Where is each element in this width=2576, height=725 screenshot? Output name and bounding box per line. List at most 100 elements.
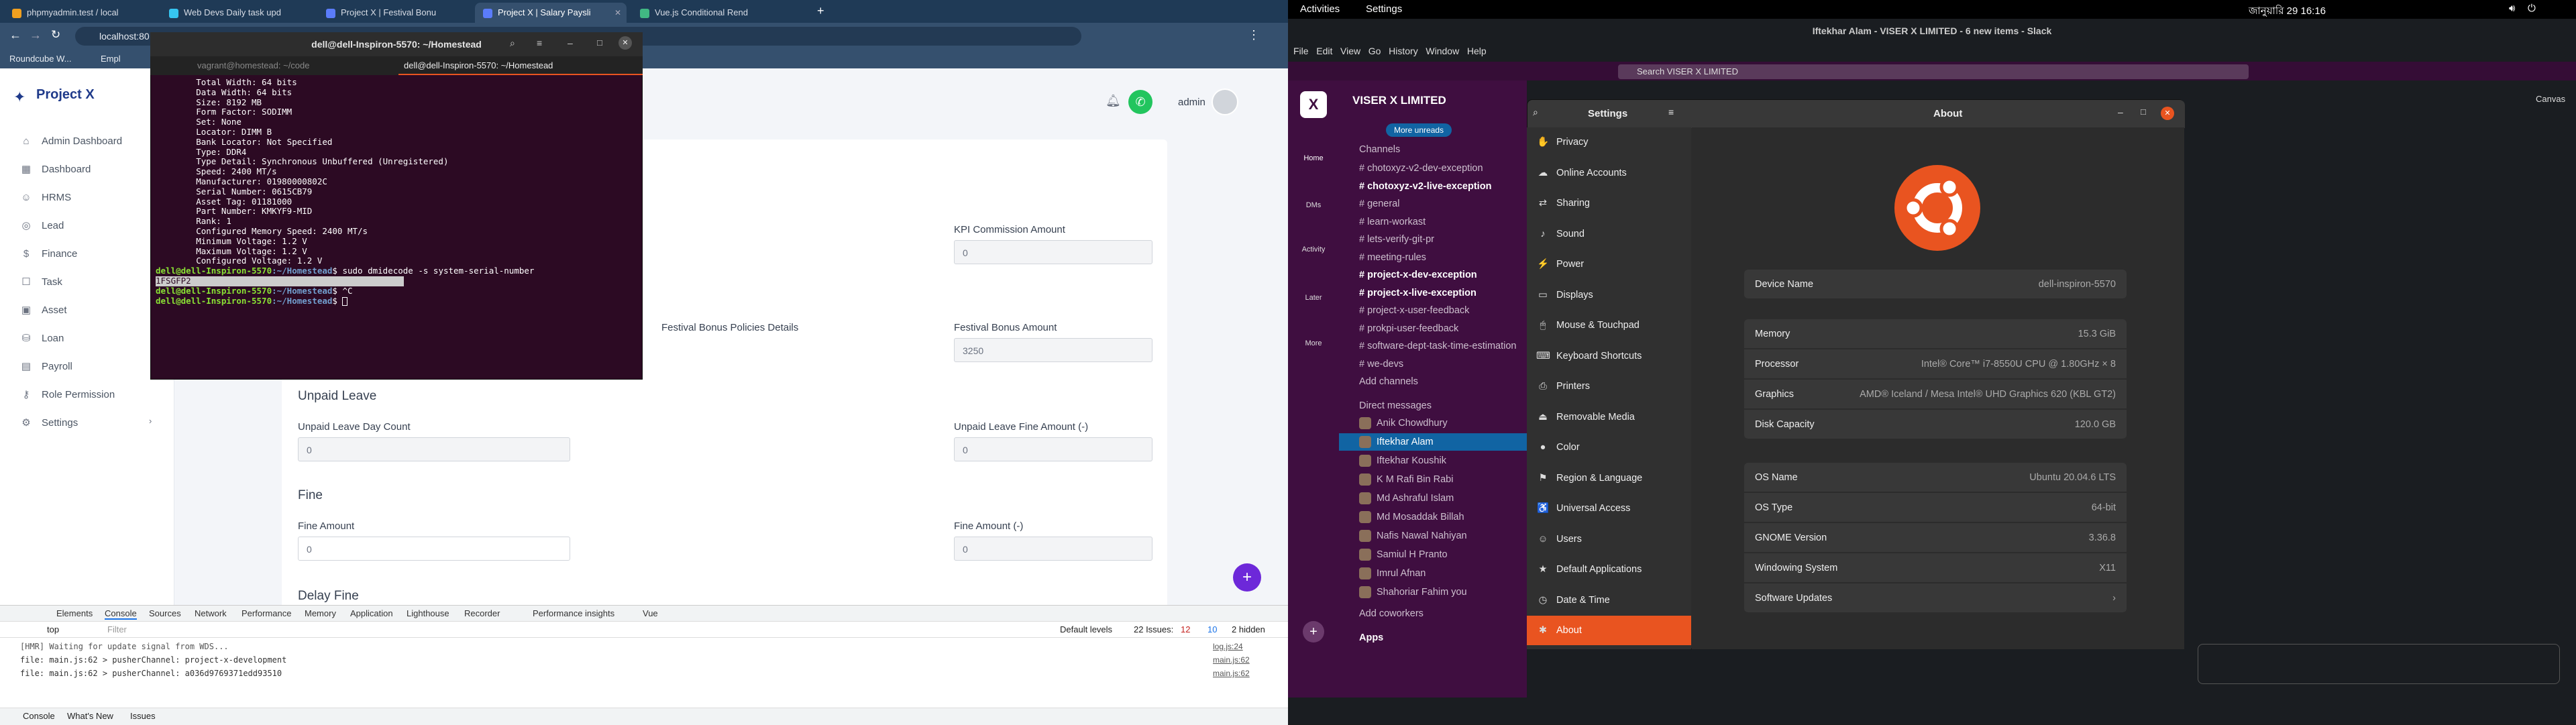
settings-item[interactable]: ● Color <box>1527 433 1691 462</box>
settings-item[interactable]: ✱ About <box>1527 616 1691 645</box>
workspace-icon[interactable]: X <box>1300 91 1327 118</box>
nav-lead[interactable]: ◎ Lead <box>20 216 64 236</box>
browser-tab[interactable]: Web Devs Daily task upd <box>161 3 313 23</box>
nav-task[interactable]: ☐ Task <box>20 272 62 292</box>
hamburger-icon[interactable]: ≡ <box>1668 107 1686 121</box>
devtools-tab[interactable]: Elements <box>56 608 93 618</box>
channel-item[interactable]: # lets-verify-git-pr <box>1359 231 1434 248</box>
channel-item[interactable]: # chotoxyz-v2-dev-exception <box>1359 160 1483 177</box>
fine-amount-input[interactable]: 0 <box>298 537 570 561</box>
dm-item[interactable]: Md Mosaddak Billah <box>1359 508 1464 526</box>
drawer-tab[interactable]: What's New <box>67 711 113 721</box>
nav-dashboard[interactable]: ▦ Dashboard <box>20 160 91 180</box>
settings-item[interactable]: ▭ Displays <box>1527 280 1691 310</box>
nav-role-permission[interactable]: ⚷ Role Permission <box>20 385 115 405</box>
channel-item[interactable]: # software-dept-task-time-estimation <box>1359 337 1517 355</box>
log-source[interactable]: main.js:62 <box>1213 669 1250 678</box>
nav-loan[interactable]: ⛁ Loan <box>20 329 64 349</box>
dm-item[interactable]: Shahoriar Fahim you <box>1359 583 1467 601</box>
channel-item[interactable]: # project-x-dev-exception <box>1359 266 1477 284</box>
add-workspace-icon[interactable]: + <box>1303 621 1324 643</box>
devtools-tab[interactable]: Application <box>350 608 393 618</box>
settings-item[interactable]: ♪ Sound <box>1527 219 1691 249</box>
activities-button[interactable]: Activities <box>1300 3 1340 15</box>
nav-settings[interactable]: ⚙ Settings <box>20 413 78 433</box>
bell-icon[interactable]: 🔔︎ <box>1106 94 1121 108</box>
channel-item[interactable]: # project-x-user-feedback <box>1359 302 1469 319</box>
channel-item[interactable]: # prokpi-user-feedback <box>1359 320 1458 337</box>
message-composer[interactable] <box>2198 644 2560 684</box>
channel-item[interactable]: # project-x-live-exception <box>1359 284 1477 302</box>
browser-tab[interactable]: Project X | Festival Bonu <box>318 3 470 23</box>
rail-activity[interactable]: Activity <box>1288 245 1339 254</box>
drawer-tab[interactable]: Console <box>23 711 55 721</box>
menu-file[interactable]: File <box>1293 46 1309 56</box>
browser-tab[interactable]: Vue.js Conditional Rend <box>632 3 784 23</box>
devtools-tab[interactable]: Recorder <box>464 608 500 618</box>
user-name[interactable]: admin <box>1178 97 1205 108</box>
levels-select[interactable]: Default levels <box>1060 624 1112 634</box>
bookmark-empl[interactable]: Empl <box>101 54 121 64</box>
slack-search[interactable]: Search VISER X LIMITED <box>1618 64 2249 79</box>
menu-history[interactable]: History <box>1389 46 1418 56</box>
filter-input[interactable]: Filter <box>87 623 288 636</box>
settings-item[interactable]: ☁ Online Accounts <box>1527 158 1691 188</box>
volume-icon[interactable]: 🔊︎ <box>2509 3 2515 14</box>
menu-help[interactable]: Help <box>1467 46 1487 56</box>
settings-item[interactable]: ⇄ Sharing <box>1527 188 1691 218</box>
search-icon[interactable]: ⌕ <box>510 38 515 49</box>
devtools-tab[interactable]: Performance <box>241 608 291 618</box>
nav-finance[interactable]: $ Finance <box>20 244 78 264</box>
dm-item[interactable]: K M Rafi Bin Rabi <box>1359 471 1453 488</box>
channel-item[interactable]: # chotoxyz-v2-live-exception <box>1359 178 1491 195</box>
settings-item[interactable]: ◷ Date & Time <box>1527 585 1691 615</box>
close-icon[interactable]: ✕ <box>619 36 632 50</box>
terminal-tab[interactable]: vagrant@homestead: ~/code <box>197 60 310 70</box>
log-source[interactable]: log.js:24 <box>1213 642 1243 651</box>
search-icon[interactable]: ⌕ <box>1533 107 1550 121</box>
issues-count[interactable]: 22 Issues: <box>1134 624 1173 634</box>
settings-item[interactable]: ⚑ Region & Language <box>1527 463 1691 493</box>
browser-tab[interactable]: phpmyadmin.test / local <box>4 3 156 23</box>
apps-section[interactable]: Apps <box>1359 629 1383 647</box>
settings-item[interactable]: ✋ Privacy <box>1527 127 1691 157</box>
dm-item[interactable]: Iftekhar Alam <box>1339 433 1527 451</box>
rail-home[interactable]: Home <box>1288 154 1339 162</box>
dm-item[interactable]: Anik Chowdhury <box>1359 414 1448 432</box>
settings-item[interactable]: 🖱︎ Mouse & Touchpad <box>1527 311 1691 340</box>
dm-item[interactable]: Iftekhar Koushik <box>1359 452 1446 469</box>
menu-icon[interactable]: ⋮ <box>1248 28 1260 42</box>
power-icon[interactable]: ⏻ <box>2528 3 2536 14</box>
terminal-tab-active[interactable]: dell@dell-Inspiron-5570: ~/Homestead <box>404 60 553 70</box>
context-select[interactable]: top <box>47 624 59 634</box>
nav-hrms[interactable]: ☺ HRMS <box>20 188 71 208</box>
whatsapp-icon[interactable]: ✆ <box>1128 90 1152 114</box>
channel-item[interactable]: # general <box>1359 195 1399 213</box>
workspace-name[interactable]: VISER X LIMITED <box>1352 94 1446 107</box>
rail-dms[interactable]: DMs <box>1288 201 1339 209</box>
add-coworkers[interactable]: Add coworkers <box>1359 605 1424 622</box>
clock[interactable]: জানুয়ারি 29 16:16 <box>2249 3 2326 20</box>
software-updates-row[interactable]: Software Updates › <box>1744 583 2127 613</box>
devtools-tab[interactable]: Vue <box>643 608 658 618</box>
settings-item[interactable]: ★ Default Applications <box>1527 555 1691 584</box>
settings-item[interactable]: ☺ Users <box>1527 524 1691 554</box>
menu-edit[interactable]: Edit <box>1316 46 1332 56</box>
menu-view[interactable]: View <box>1340 46 1360 56</box>
channel-item[interactable]: # learn-workast <box>1359 213 1426 231</box>
reload-icon[interactable]: ↻ <box>51 28 60 42</box>
drawer-tab[interactable]: Issues <box>130 711 156 721</box>
menu-window[interactable]: Window <box>1426 46 1459 56</box>
minimize-icon[interactable]: – <box>2118 107 2123 117</box>
channels-header[interactable]: Channels <box>1359 141 1400 158</box>
more-unreads-button[interactable]: More unreads <box>1386 123 1452 137</box>
menu-go[interactable]: Go <box>1368 46 1381 56</box>
channel-item[interactable]: # meeting-rules <box>1359 249 1426 266</box>
avatar[interactable] <box>1212 89 1238 115</box>
settings-item[interactable]: ⌨ Keyboard Shortcuts <box>1527 341 1691 371</box>
forward-icon[interactable]: → <box>30 28 42 42</box>
app-menu[interactable]: Settings <box>1366 3 1402 15</box>
unpaid-day-input[interactable]: 0 <box>298 437 570 461</box>
devtools-tab[interactable]: Sources <box>149 608 181 618</box>
maximize-icon[interactable]: □ <box>2141 107 2146 117</box>
